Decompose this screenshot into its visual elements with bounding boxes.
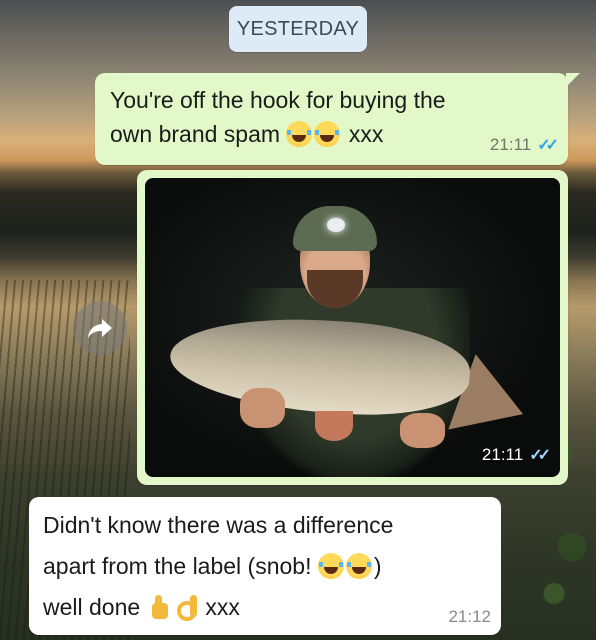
tears-of-joy-emoji-icon — [345, 553, 372, 579]
message-line-2: apart from the label (snob! — [43, 553, 312, 579]
tears-of-joy-emoji-icon — [286, 121, 313, 147]
message-text: Didn't know there was a difference apart… — [43, 505, 463, 628]
date-separator: YESTERDAY — [229, 6, 367, 52]
double-check-icon: ✓✓ — [537, 137, 559, 154]
message-time: 21:11 — [489, 135, 532, 154]
forward-icon — [88, 319, 112, 338]
message-time: 21:12 — [448, 607, 491, 626]
message-suffix: xxx — [205, 594, 240, 620]
photo-right-hand — [400, 413, 445, 448]
message-text: You're off the hook for buying the own b… — [110, 83, 470, 151]
outgoing-message[interactable]: You're off the hook for buying the own b… — [95, 73, 580, 165]
tears-of-joy-emoji-icon — [314, 121, 341, 147]
image-time: 21:11 — [481, 445, 524, 464]
tears-of-joy-emoji-icon — [317, 553, 344, 579]
message-line-1: Didn't know there was a difference — [43, 512, 394, 538]
message-line-2: own brand spam — [110, 121, 281, 147]
thumbs-up-emoji-icon — [147, 595, 169, 619]
message-line-2-close: ) — [373, 553, 382, 579]
photo-headlamp — [327, 218, 345, 232]
bubble-tail — [566, 73, 580, 87]
date-separator-label: YESTERDAY — [236, 17, 360, 40]
message-line-1: You're off the hook for buying the — [110, 87, 446, 113]
image-meta: 21:11 ✓✓ — [481, 445, 551, 465]
ok-hand-emoji-icon — [175, 595, 199, 621]
incoming-message[interactable]: Didn't know there was a difference apart… — [29, 497, 501, 635]
message-line-3: well done — [43, 594, 141, 620]
photo-fish-fin — [315, 411, 353, 441]
forward-button[interactable] — [73, 301, 127, 355]
message-meta: 21:11 ✓✓ — [489, 135, 559, 155]
message-suffix: xxx — [348, 121, 384, 147]
message-photo[interactable]: 21:11 ✓✓ — [145, 178, 560, 477]
outgoing-image-message[interactable]: 21:11 ✓✓ — [137, 170, 568, 485]
photo-left-hand — [240, 388, 285, 428]
double-check-icon: ✓✓ — [529, 447, 551, 464]
